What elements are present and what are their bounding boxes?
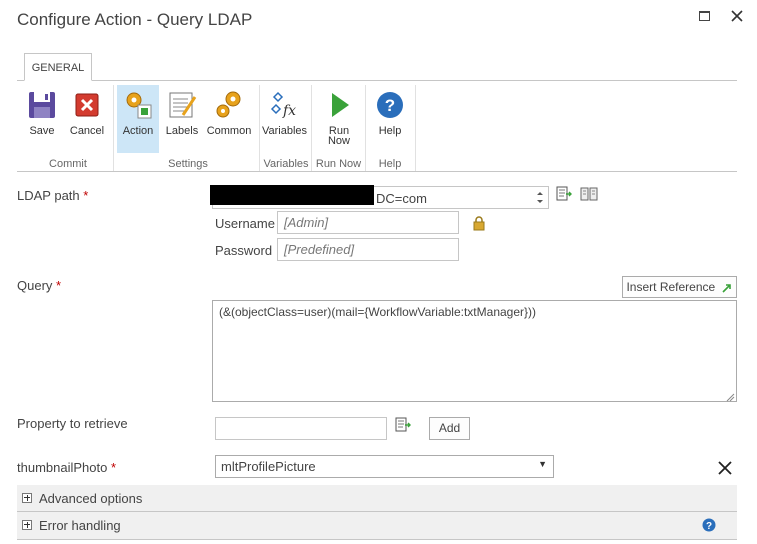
run-now-button[interactable]: Run Now (317, 85, 361, 153)
error-handling-section[interactable]: Error handling ? (17, 512, 737, 539)
maximize-icon[interactable] (697, 8, 713, 24)
tab-general[interactable]: GENERAL (24, 53, 92, 81)
ldap-path-value: DC=com (376, 191, 427, 206)
query-textarea[interactable]: (&(objectClass=user)(mail={WorkflowVaria… (212, 300, 737, 402)
required-marker: * (110, 460, 117, 475)
ldap-path-spinner[interactable] (532, 187, 548, 208)
thumbnail-selected-value: mltProfilePicture (221, 459, 316, 474)
ldap-path-label-text: LDAP path (17, 188, 80, 203)
common-button[interactable]: Common (205, 85, 253, 153)
section-divider (17, 539, 737, 540)
required-marker: * (83, 188, 89, 203)
lock-icon (472, 215, 486, 231)
query-label: Query * (17, 278, 61, 293)
floppy-disk-icon (26, 89, 58, 121)
run-now-label-2: Now (327, 135, 350, 147)
insert-reference-label: Insert Reference (626, 280, 716, 294)
help-button[interactable]: ? Help (369, 85, 411, 153)
labels-label: Labels (165, 125, 199, 137)
password-label: Password (215, 243, 273, 258)
variables-fx-icon: fx (268, 89, 300, 121)
save-button[interactable]: Save (23, 85, 61, 153)
common-gears-icon (213, 89, 245, 121)
dialog-title: Configure Action - Query LDAP (17, 10, 253, 29)
group-label-variables: Variables (263, 158, 309, 170)
property-label: Property to retrieve (17, 416, 128, 431)
group-separator (259, 85, 260, 171)
help-icon[interactable]: ? (702, 518, 716, 532)
query-label-text: Query (17, 278, 53, 293)
add-button[interactable]: Add (429, 417, 470, 440)
group-separator (113, 85, 114, 171)
action-gear-icon (122, 89, 154, 121)
advanced-options-label: Advanced options (39, 491, 143, 506)
common-label: Common (206, 125, 252, 137)
thumbnail-label-text: thumbnailPhoto (17, 460, 108, 475)
error-handling-label: Error handling (39, 518, 121, 533)
svg-text:?: ? (385, 96, 395, 115)
resize-grip-icon[interactable] (726, 391, 735, 402)
group-separator (415, 85, 416, 171)
group-label-help: Help (378, 158, 402, 170)
required-marker: * (56, 278, 62, 293)
password-input[interactable]: [Predefined] (277, 238, 459, 261)
expand-plus-icon[interactable] (22, 520, 32, 530)
help-label: Help (378, 125, 402, 137)
thumbnail-select[interactable]: mltProfilePicture ▼ (215, 455, 554, 478)
group-label-run-now: Run Now (315, 158, 362, 170)
variables-button[interactable]: fx Variables (262, 85, 308, 153)
insert-reference-button[interactable]: Insert Reference (622, 276, 737, 298)
username-value: [Admin] (284, 215, 329, 230)
svg-text:?: ? (706, 521, 712, 532)
insert-reference-icon[interactable] (395, 417, 411, 433)
property-input[interactable] (215, 417, 387, 440)
ldap-path-label: LDAP path * (17, 188, 88, 203)
save-label: Save (29, 125, 55, 137)
username-label: Username (215, 216, 275, 231)
thumbnail-label: thumbnailPhoto * (17, 460, 116, 475)
action-button[interactable]: Action (117, 85, 159, 153)
redacted-block (210, 185, 374, 205)
remove-icon[interactable] (718, 461, 732, 475)
svg-text:fx: fx (282, 103, 296, 119)
help-question-icon: ? (374, 89, 406, 121)
group-label-commit: Commit (49, 158, 87, 170)
dropdown-arrow-icon: ▼ (538, 459, 547, 469)
variables-label: Variables (262, 125, 308, 137)
advanced-options-section[interactable]: Advanced options (17, 485, 737, 512)
cancel-icon (71, 89, 103, 121)
insert-reference-icon[interactable] (556, 186, 572, 202)
group-label-settings: Settings (168, 158, 208, 170)
expand-plus-icon[interactable] (22, 493, 32, 503)
action-label: Action (122, 125, 154, 137)
labels-icon (166, 89, 198, 121)
insert-arrow-icon (721, 284, 731, 293)
username-input[interactable]: [Admin] (277, 211, 459, 234)
play-icon (323, 89, 355, 121)
close-icon[interactable] (729, 8, 745, 24)
cancel-button[interactable]: Cancel (67, 85, 107, 153)
group-separator (365, 85, 366, 171)
query-value: (&(objectClass=user)(mail={WorkflowVaria… (219, 305, 537, 319)
ldap-browse-icon[interactable] (580, 186, 598, 202)
cancel-label: Cancel (69, 125, 105, 137)
ribbon: Save Cancel Action Labels Common fx Vari… (17, 80, 737, 172)
password-value: [Predefined] (284, 242, 355, 257)
labels-button[interactable]: Labels (163, 85, 201, 153)
